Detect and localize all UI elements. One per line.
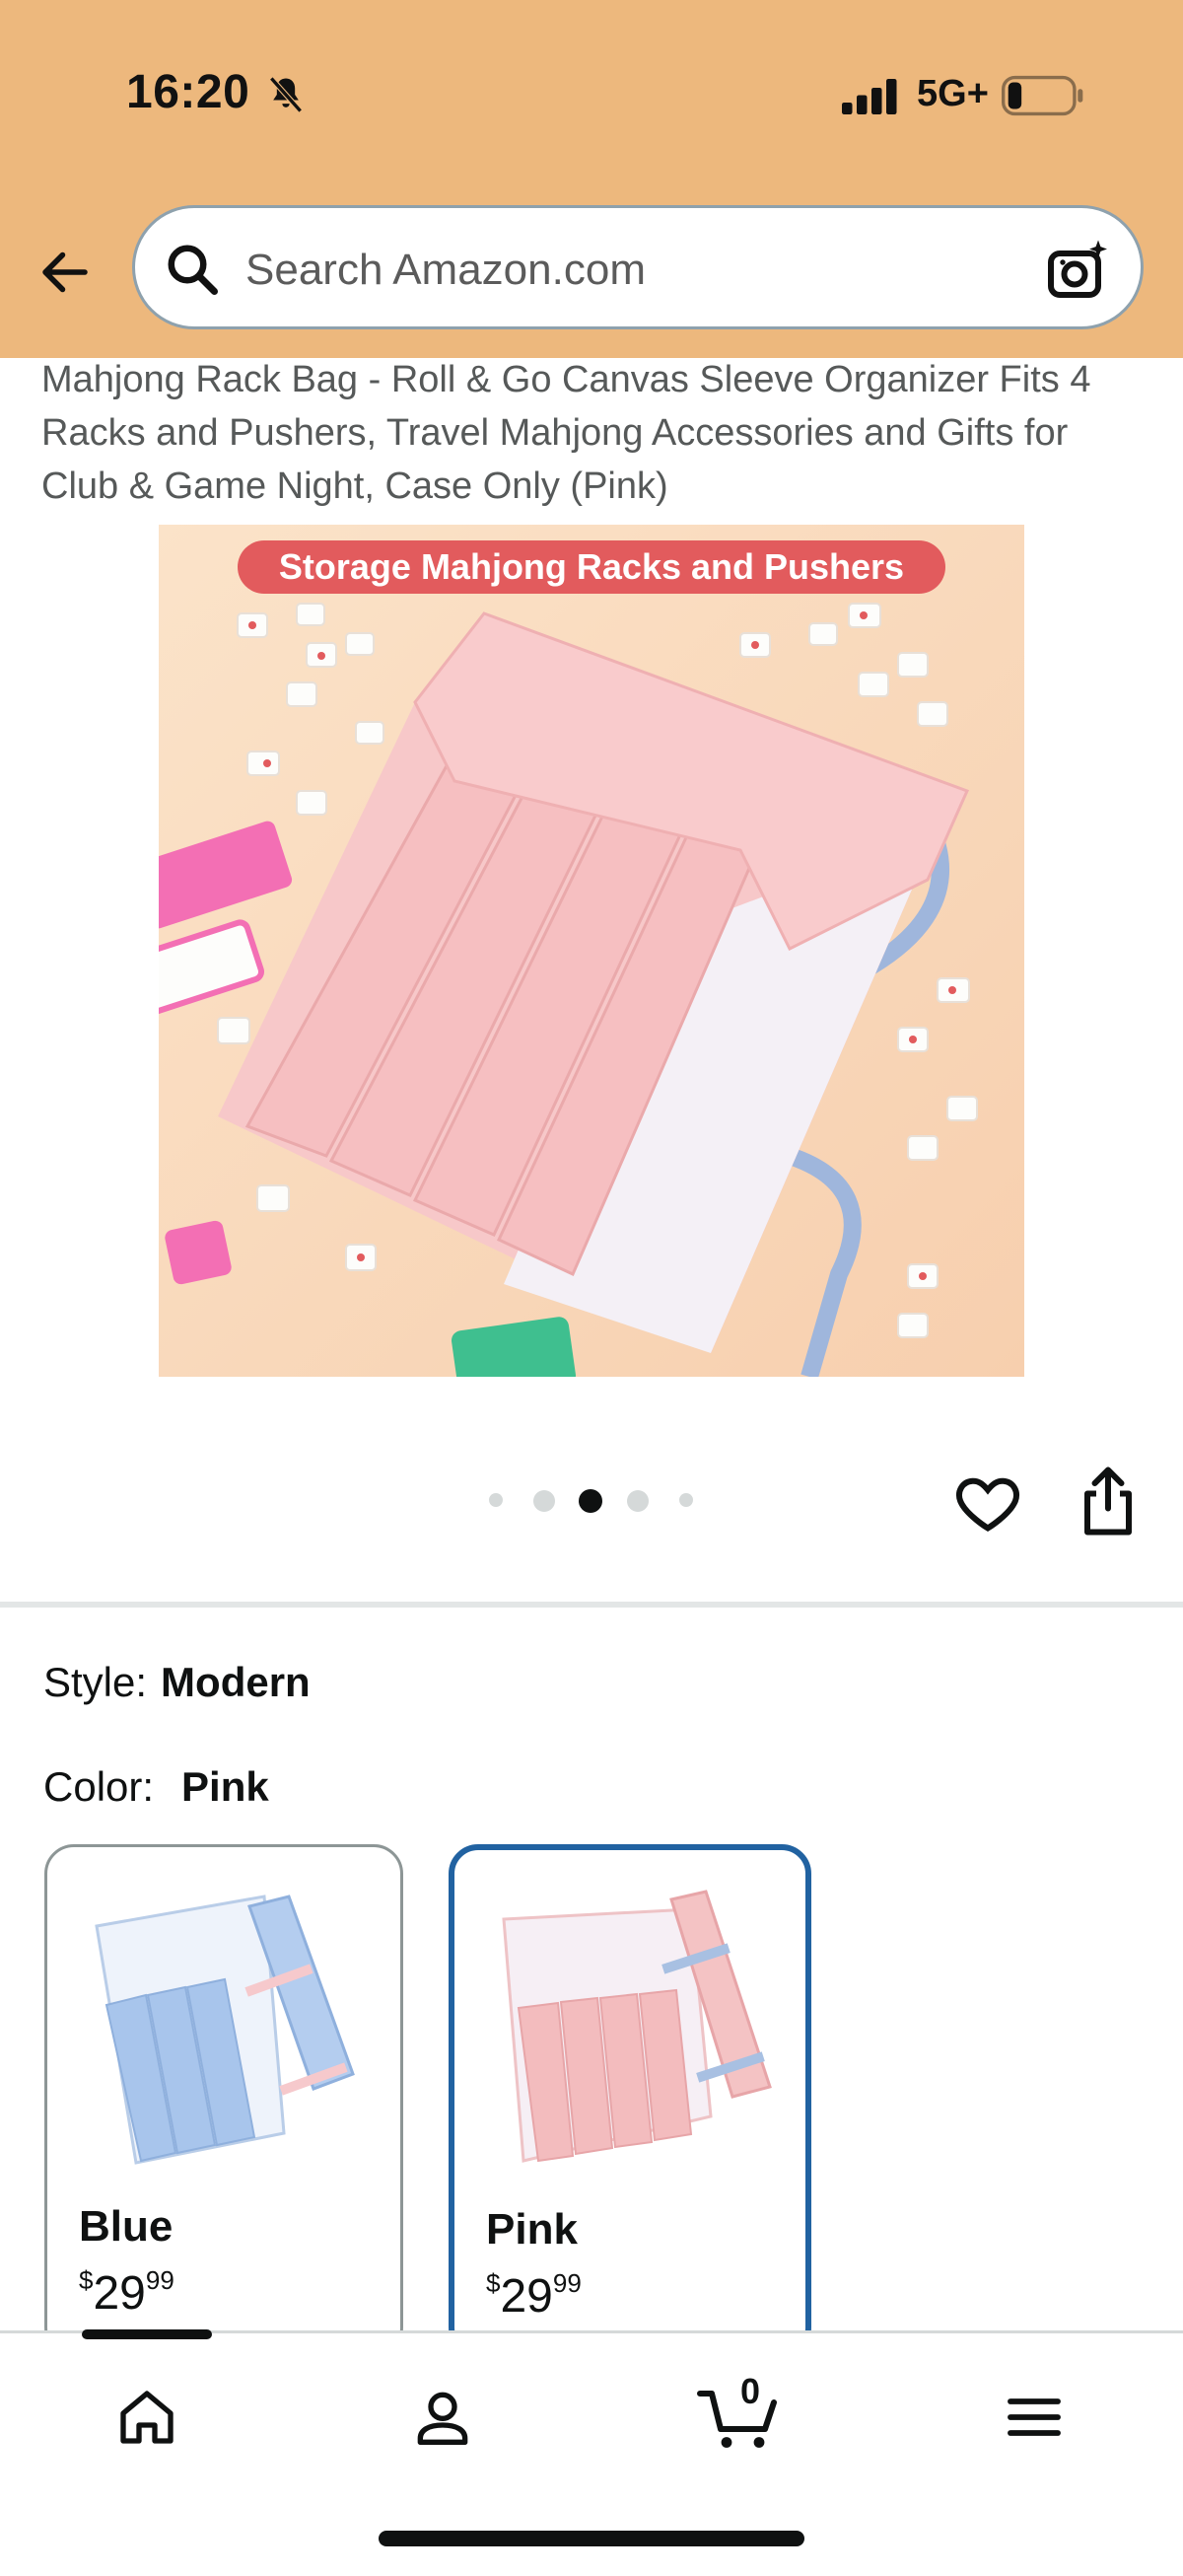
color-swatch-pink[interactable]: Pink $2999 <box>449 1844 811 2357</box>
home-indicator <box>379 2531 804 2546</box>
menu-icon <box>1008 2398 1061 2436</box>
rack-bag-illustration <box>159 525 1024 1377</box>
product-title[interactable]: Mahjong Rack Bag - Roll & Go Canvas Slee… <box>41 353 1146 513</box>
carousel-dot[interactable] <box>489 1493 503 1507</box>
nav-menu-button[interactable] <box>990 2373 1079 2462</box>
search-bar[interactable] <box>132 205 1144 329</box>
style-label: Style: <box>43 1659 148 1705</box>
app-header: 16:20 5G+ <box>0 0 1183 358</box>
search-input[interactable] <box>244 228 997 313</box>
network-type: 5G+ <box>917 73 989 114</box>
nav-account-button[interactable] <box>398 2373 487 2462</box>
carousel-dot-active[interactable] <box>579 1489 602 1513</box>
color-selection: Color: Pink <box>43 1763 269 1811</box>
nav-home-button[interactable] <box>103 2373 191 2462</box>
heart-icon <box>956 1477 1019 1533</box>
carousel-dot[interactable] <box>533 1490 555 1512</box>
home-icon <box>120 2391 174 2444</box>
nav-cart-button[interactable]: 0 <box>694 2371 783 2462</box>
cart-count: 0 <box>739 2371 761 2411</box>
camera-search-icon[interactable] <box>1042 236 1113 307</box>
cellular-signal-icon <box>842 79 897 114</box>
section-divider <box>0 1602 1183 1608</box>
account-icon <box>417 2392 468 2445</box>
bell-muted-icon <box>269 76 303 113</box>
share-button[interactable] <box>1073 1464 1144 1538</box>
swatch-name: Pink <box>486 2205 578 2254</box>
carousel-dot[interactable] <box>627 1490 649 1512</box>
product-image[interactable]: Storage Mahjong Racks and Pushers <box>159 525 1024 1377</box>
search-icon <box>168 245 218 295</box>
back-button[interactable] <box>30 237 101 308</box>
swatch-price: $2999 <box>79 2265 174 2320</box>
carousel-dot[interactable] <box>679 1493 693 1507</box>
swatch-name: Blue <box>79 2202 174 2251</box>
arrow-left-icon <box>42 251 88 293</box>
battery-icon <box>1002 75 1083 116</box>
color-label: Color: <box>43 1763 155 1810</box>
blue-bag-thumbnail <box>95 1895 355 2165</box>
share-icon <box>1084 1467 1132 1536</box>
nav-active-indicator <box>82 2329 212 2339</box>
style-value: Modern <box>161 1659 311 1705</box>
status-time: 16:20 <box>126 66 250 118</box>
color-swatch-blue[interactable]: Blue $2999 <box>44 1844 403 2357</box>
wishlist-button[interactable] <box>952 1467 1023 1538</box>
style-selection: Style: Modern <box>43 1659 311 1706</box>
swatch-price: $2999 <box>486 2268 582 2323</box>
pink-bag-thumbnail <box>502 1890 772 2163</box>
color-value: Pink <box>181 1763 269 1810</box>
image-banner: Storage Mahjong Racks and Pushers <box>238 540 945 594</box>
